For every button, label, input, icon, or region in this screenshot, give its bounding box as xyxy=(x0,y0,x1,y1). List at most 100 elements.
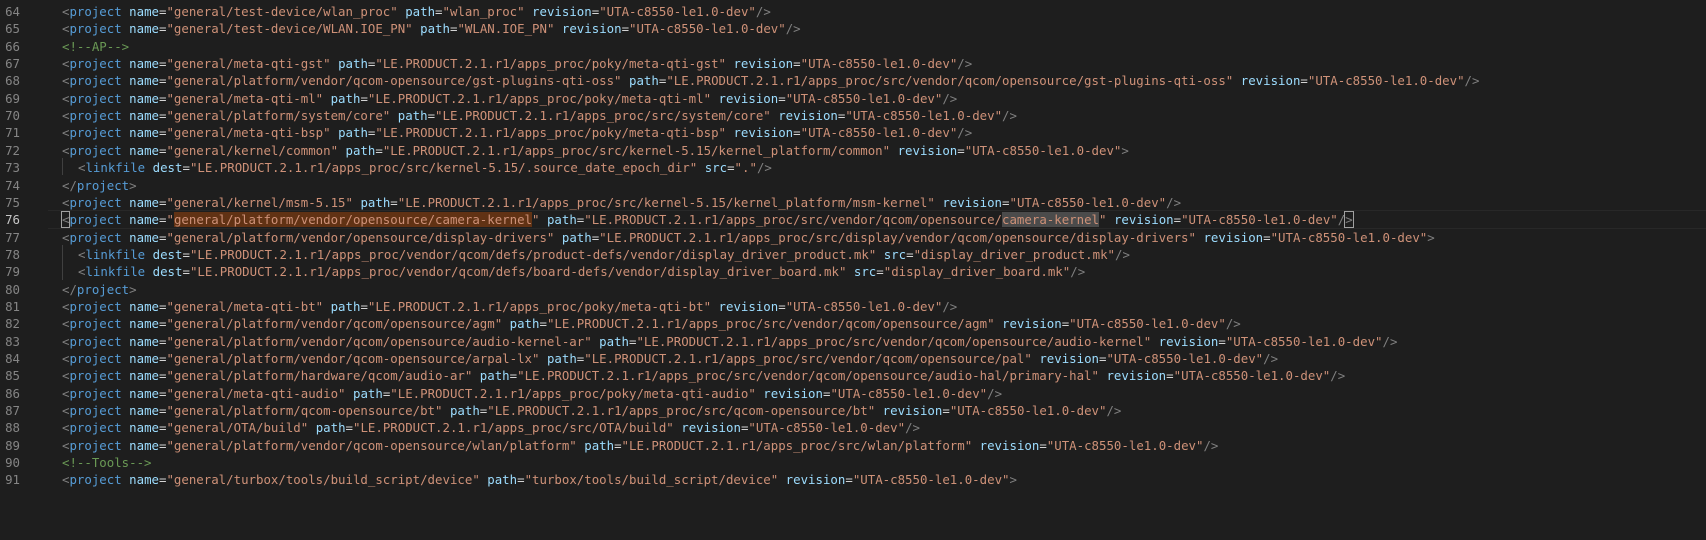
code-area[interactable]: <project name="general/test-device/wlan_… xyxy=(48,0,1706,540)
tag-name: project xyxy=(69,21,122,37)
punctuation: /> xyxy=(942,298,958,314)
line-number: 71 xyxy=(5,125,20,141)
code-line[interactable]: </project> xyxy=(62,280,137,299)
line-number: 83 xyxy=(5,333,20,349)
code-line[interactable]: <project name="general/meta-qti-audio" p… xyxy=(62,384,1002,403)
code-line[interactable]: <project name="general/OTA/build" path="… xyxy=(62,418,920,437)
line-number: 84 xyxy=(5,351,20,366)
code-line[interactable]: </project> xyxy=(62,176,137,195)
equals-sign: = xyxy=(375,142,383,158)
line-number: 72 xyxy=(5,142,20,158)
attribute-name: path xyxy=(345,142,376,158)
attribute-name: name xyxy=(129,403,159,419)
code-line[interactable]: <project name="general/meta-qti-bsp" pat… xyxy=(62,123,972,142)
attribute-name: revision xyxy=(1113,212,1174,228)
punctuation: /> xyxy=(905,420,920,436)
line-number: 66 xyxy=(5,38,20,54)
line-number: 90 xyxy=(5,455,20,471)
code-line[interactable]: <project name="general/kernel/common" pa… xyxy=(62,141,1129,160)
attribute-value: "LE.PRODUCT.2.1.r1/apps_proc/src/display… xyxy=(599,229,1196,245)
attribute-value: "UTA-c8550-le1.0-dev" xyxy=(1181,212,1338,228)
code-line[interactable]: <project name="general/platform/hardware… xyxy=(62,366,1345,385)
attribute-value: "UTA-c8550-le1.0-dev" xyxy=(800,56,958,72)
equals-sign: = xyxy=(345,420,353,436)
attribute-value: "UTA-c8550-le1.0-dev" xyxy=(964,142,1122,158)
attribute-name: revision xyxy=(718,90,779,106)
code-line[interactable]: <project name="general/platform/vendor/o… xyxy=(62,228,1435,247)
tag-name: project xyxy=(69,229,122,245)
attribute-value: "LE.PRODUCT.2.1.r1/apps_proc/src/kernel-… xyxy=(382,142,891,158)
code-line[interactable]: <project name="general/platform/vendor/q… xyxy=(62,436,1218,455)
punctuation: /> xyxy=(1166,194,1182,210)
bracket-match: > xyxy=(1344,211,1354,229)
attribute-name: path xyxy=(599,333,629,349)
attribute-name: revision xyxy=(785,472,846,488)
punctuation: > xyxy=(129,177,137,193)
punctuation: > xyxy=(1121,142,1129,158)
code-editor[interactable]: 64 65 66 67 68 69 70 71 72 73 74 75 76 77 78 79 80 81 82 83… xyxy=(0,0,1706,540)
attribute-name: dest xyxy=(152,160,183,176)
code-line[interactable]: <project name="general/meta-qti-gst" pat… xyxy=(62,54,972,73)
line-number: 87 xyxy=(5,403,20,419)
attribute-name: revision xyxy=(718,298,779,314)
code-line[interactable]: <project name="general/test-device/wlan_… xyxy=(62,2,771,21)
equals-sign: = xyxy=(845,472,853,488)
code-line[interactable]: <!--Tools--> xyxy=(62,453,152,472)
attribute-value: "general/meta-qti-bsp" xyxy=(166,125,331,141)
attribute-value: " xyxy=(166,212,174,228)
attribute-value: "display_driver_product.mk" xyxy=(913,246,1115,262)
code-line[interactable]: <project name="general/turbox/tools/buil… xyxy=(62,470,1017,489)
code-line[interactable]: <project name="general/platform/vendor/q… xyxy=(62,332,1397,351)
punctuation: /> xyxy=(1203,437,1219,453)
code-line[interactable]: <project name="general/platform/vendor/q… xyxy=(62,314,1241,333)
attribute-name: revision xyxy=(763,385,823,401)
tag-name: project xyxy=(76,281,130,297)
attribute-value: "general/meta-qti-audio" xyxy=(166,385,346,401)
attribute-name: path xyxy=(330,90,361,106)
attribute-value: "." xyxy=(734,160,757,176)
attribute-value: "general/test-device/WLAN.IOE_PN" xyxy=(166,21,413,37)
code-line[interactable]: <project name="general/platform/vendor/o… xyxy=(60,210,1354,229)
attribute-name: name xyxy=(129,472,159,488)
punctuation: /> xyxy=(1106,403,1122,419)
attribute-value: "general/meta-qti-gst" xyxy=(166,56,331,72)
punctuation: /> xyxy=(755,4,771,19)
attribute-value: "general/platform/vendor/qcom/opensource… xyxy=(166,316,503,332)
equals-sign: = xyxy=(1300,73,1308,89)
code-line[interactable]: <!--AP--> xyxy=(62,37,129,56)
tag-name: project xyxy=(69,194,122,210)
tag-name: project xyxy=(69,4,122,19)
tag-name: project xyxy=(69,73,122,89)
punctuation: > xyxy=(1427,229,1435,245)
attribute-name: revision xyxy=(733,56,794,72)
equals-sign: = xyxy=(1218,333,1226,349)
attribute-name: revision xyxy=(942,194,1003,210)
code-line[interactable]: <project name="general/platform/vendor/q… xyxy=(62,349,1278,368)
attribute-value: "general/platform/qcom-opensource/bt" xyxy=(166,403,443,419)
code-line[interactable]: <project name="general/platform/vendor/q… xyxy=(62,71,1479,90)
code-line[interactable]: <project name="general/platform/system/c… xyxy=(62,106,1017,125)
attribute-value: "general/platform/hardware/qcom/audio-ar… xyxy=(166,368,473,384)
equals-sign: = xyxy=(778,90,786,106)
attribute-value: "general/platform/system/core" xyxy=(166,108,391,124)
code-line[interactable]: <linkfile dest="LE.PRODUCT.2.1.r1/apps_p… xyxy=(78,158,772,177)
code-line[interactable]: <linkfile dest="LE.PRODUCT.2.1.r1/apps_p… xyxy=(78,245,1130,264)
code-line[interactable]: <project name="general/meta-qti-ml" path… xyxy=(62,89,957,108)
punctuation: /> xyxy=(1070,264,1086,280)
code-line[interactable]: <project name="general/platform/qcom-ope… xyxy=(62,401,1121,420)
attribute-name: path xyxy=(629,73,659,89)
attribute-value: "general/platform/vendor/opensource/disp… xyxy=(166,229,555,245)
code-line[interactable]: <project name="general/meta-qti-bt" path… xyxy=(62,297,957,316)
equals-sign: = xyxy=(621,21,630,37)
tag-name: project xyxy=(69,316,122,332)
attribute-value: "LE.PRODUCT.2.1.r1/apps_proc/poky/meta-q… xyxy=(367,298,712,314)
indent-guide xyxy=(62,262,63,280)
code-line[interactable]: <project name="general/test-device/WLAN.… xyxy=(62,19,801,38)
attribute-value: "UTA-c8550-le1.0-dev" xyxy=(1270,229,1428,245)
code-line[interactable]: <project name="general/kernel/msm-5.15" … xyxy=(62,193,1181,212)
tag-name: project xyxy=(69,56,122,72)
code-line[interactable]: <linkfile dest="LE.PRODUCT.2.1.r1/apps_p… xyxy=(78,262,1085,281)
